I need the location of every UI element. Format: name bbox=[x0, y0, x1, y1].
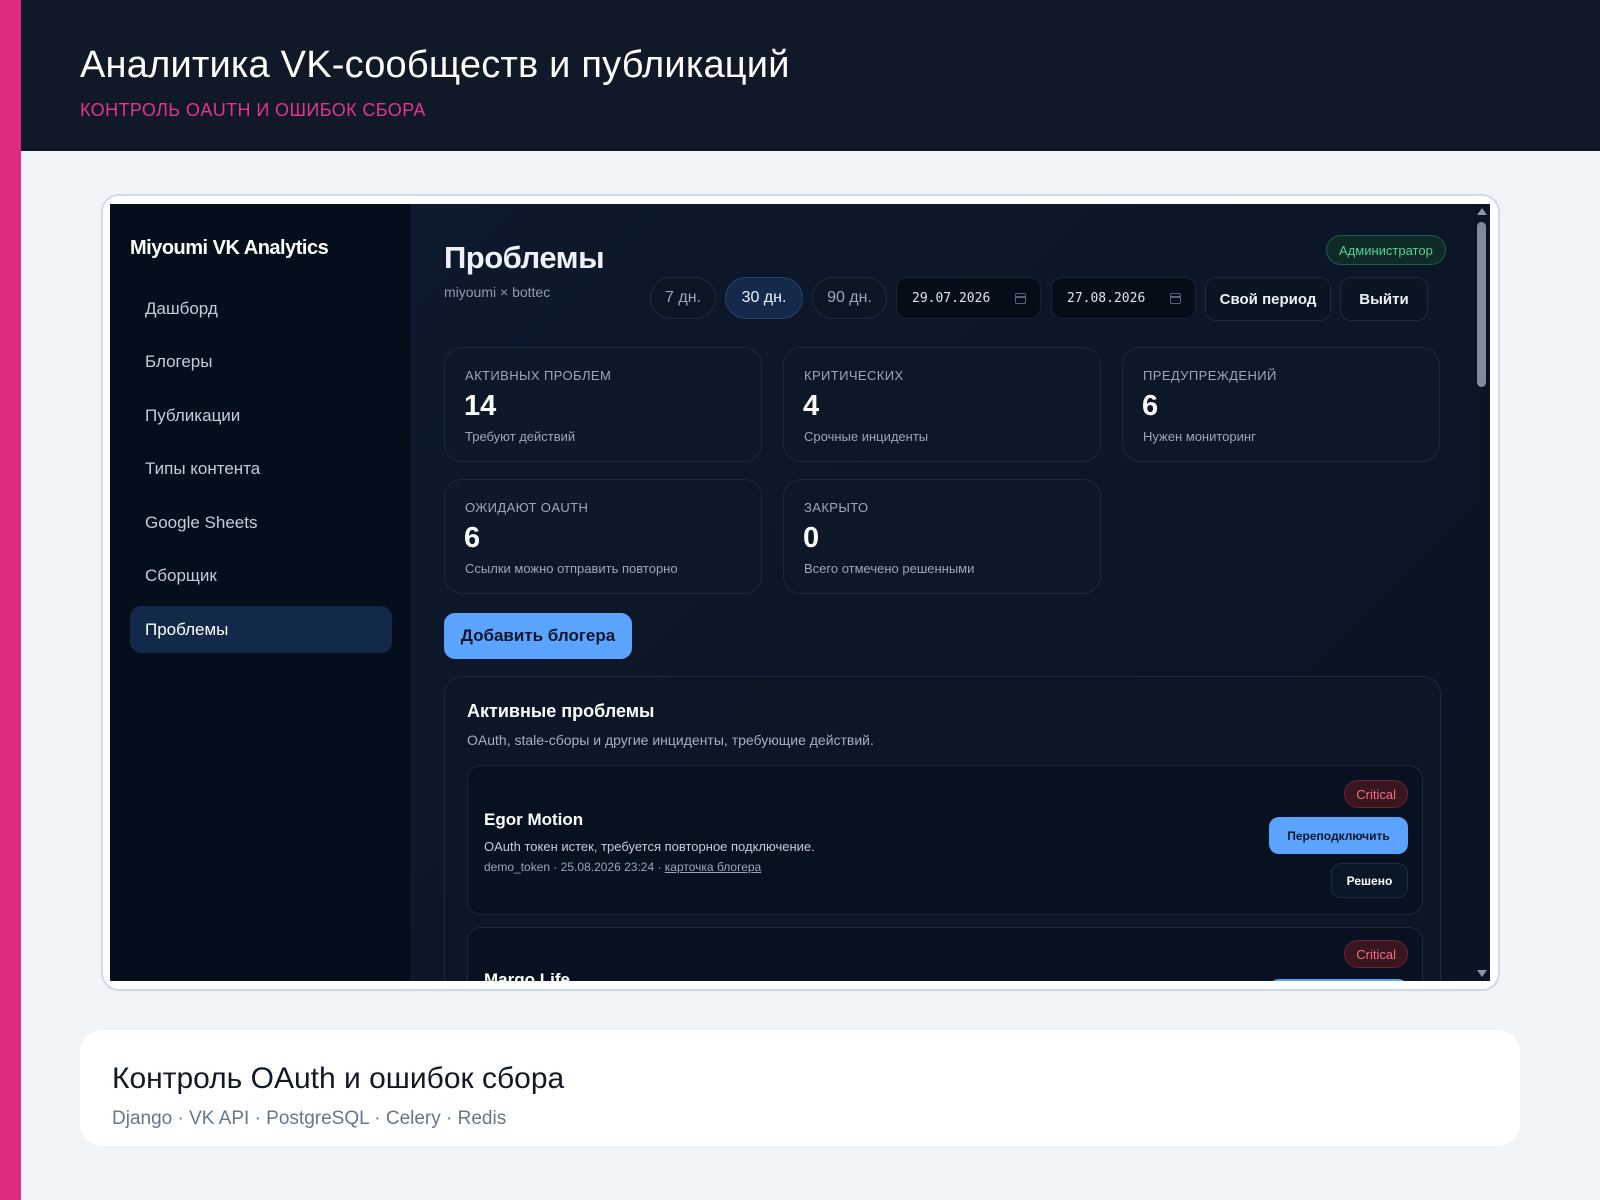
caption-title: Контроль OAuth и ошибок сбора bbox=[112, 1062, 565, 1095]
page-header-title: Аналитика VK-сообществ и публикаций bbox=[80, 44, 790, 86]
sidebar-item-dashboard[interactable]: Дашборд bbox=[130, 285, 392, 332]
custom-period-button[interactable]: Свой период bbox=[1205, 277, 1331, 321]
stat-label: КРИТИЧЕСКИХ bbox=[804, 368, 904, 383]
add-blogger-button[interactable]: Добавить блогера bbox=[444, 613, 632, 659]
sidebar-item-collector[interactable]: Сборщик bbox=[130, 553, 392, 600]
stat-value: 6 bbox=[1142, 390, 1159, 422]
caption-card: Контроль OAuth и ошибок сбора Django · V… bbox=[80, 1030, 1520, 1146]
sidebar-item-problems[interactable]: Проблемы bbox=[130, 606, 392, 653]
stat-value: 4 bbox=[803, 390, 820, 422]
calendar-icon[interactable] bbox=[1170, 293, 1181, 304]
scroll-up-arrow-icon[interactable] bbox=[1477, 208, 1487, 215]
severity-badge: Critical bbox=[1344, 780, 1408, 808]
resolved-button[interactable]: Решено bbox=[1331, 863, 1408, 898]
sidebar-item-google-sheets[interactable]: Google Sheets bbox=[130, 499, 392, 546]
severity-badge: Critical bbox=[1344, 940, 1408, 968]
logout-button[interactable]: Выйти bbox=[1340, 277, 1428, 321]
sidebar-nav: Дашборд Блогеры Публикации Типы контента… bbox=[130, 285, 392, 660]
date-to-value: 27.08.2026 bbox=[1067, 290, 1146, 306]
date-from-input[interactable]: 29.07.2026 bbox=[896, 277, 1041, 319]
issue-message: OAuth токен истек, требуется повторное п… bbox=[484, 839, 815, 854]
blogger-card-link[interactable]: карточка блогера bbox=[665, 860, 761, 874]
issue-meta: demo_token · 25.08.2026 23:24 · карточка… bbox=[484, 860, 761, 874]
top-header: Аналитика VK-сообществ и публикаций КОНТ… bbox=[21, 0, 1600, 151]
stat-card-closed: ЗАКРЫТО 0 Всего отмечено решенными bbox=[783, 479, 1101, 594]
issue-name: Margo Life bbox=[484, 970, 570, 981]
stat-card-warnings: ПРЕДУПРЕЖДЕНИЙ 6 Нужен мониторинг bbox=[1122, 347, 1440, 462]
main-content: Проблемы miyoumi × bottec Администратор … bbox=[413, 204, 1473, 981]
period-30d-button[interactable]: 30 дн. bbox=[725, 277, 803, 319]
stat-label: ПРЕДУПРЕЖДЕНИЙ bbox=[1143, 368, 1277, 383]
stat-hint: Срочные инциденты bbox=[804, 429, 929, 444]
stat-card-critical: КРИТИЧЕСКИХ 4 Срочные инциденты bbox=[783, 347, 1101, 462]
stat-value: 0 bbox=[803, 522, 820, 554]
page-header-subtitle: КОНТРОЛЬ OAUTH И ОШИБОК СБОРА bbox=[80, 100, 426, 120]
scroll-down-arrow-icon[interactable] bbox=[1477, 970, 1487, 977]
stat-label: АКТИВНЫХ ПРОБЛЕМ bbox=[465, 368, 612, 383]
stat-hint: Всего отмечено решенными bbox=[804, 561, 975, 576]
brand-logo: Miyoumi VK Analytics bbox=[130, 237, 329, 259]
scroll-thumb[interactable] bbox=[1477, 222, 1486, 387]
issue-meta-text: demo_token · 25.08.2026 23:24 · bbox=[484, 860, 665, 874]
scrollbar[interactable] bbox=[1473, 204, 1490, 981]
issue-card: Egor Motion Critical OAuth токен истек, … bbox=[467, 765, 1423, 915]
stat-card-oauth-pending: ОЖИДАЮТ OAUTH 6 Ссылки можно отправить п… bbox=[444, 479, 762, 594]
period-7d-button[interactable]: 7 дн. bbox=[650, 277, 716, 319]
role-badge: Администратор bbox=[1326, 235, 1446, 265]
stat-hint: Требуют действий bbox=[465, 429, 576, 444]
period-90d-button[interactable]: 90 дн. bbox=[812, 277, 887, 319]
stat-label: ЗАКРЫТО bbox=[804, 500, 869, 515]
page-title: Проблемы bbox=[444, 240, 605, 275]
panel-description: OAuth, stale-сборы и другие инциденты, т… bbox=[467, 732, 874, 748]
reconnect-button[interactable]: Переподключить bbox=[1269, 817, 1408, 854]
active-problems-panel: Активные проблемы OAuth, stale-сборы и д… bbox=[444, 676, 1441, 981]
stat-hint: Нужен мониторинг bbox=[1143, 429, 1256, 444]
issue-card: Margo Life Critical bbox=[467, 927, 1423, 981]
issue-name: Egor Motion bbox=[484, 810, 584, 829]
reconnect-button[interactable] bbox=[1269, 979, 1408, 981]
sidebar-item-content-types[interactable]: Типы контента bbox=[130, 446, 392, 493]
panel-title: Активные проблемы bbox=[467, 701, 655, 721]
sidebar: Miyoumi VK Analytics Дашборд Блогеры Пуб… bbox=[110, 204, 412, 981]
stat-label: ОЖИДАЮТ OAUTH bbox=[465, 500, 589, 515]
calendar-icon[interactable] bbox=[1015, 293, 1026, 304]
date-to-input[interactable]: 27.08.2026 bbox=[1051, 277, 1196, 319]
app-screen: Miyoumi VK Analytics Дашборд Блогеры Пуб… bbox=[110, 204, 1490, 981]
page-subtitle: miyoumi × bottec bbox=[444, 284, 551, 300]
caption-stack: Django · VK API · PostgreSQL · Celery · … bbox=[112, 1108, 507, 1129]
stat-hint: Ссылки можно отправить повторно bbox=[465, 561, 678, 576]
date-from-value: 29.07.2026 bbox=[912, 290, 991, 306]
sidebar-item-publications[interactable]: Публикации bbox=[130, 392, 392, 439]
stat-card-active: АКТИВНЫХ ПРОБЛЕМ 14 Требуют действий bbox=[444, 347, 762, 462]
accent-bar bbox=[0, 0, 21, 1200]
sidebar-item-bloggers[interactable]: Блогеры bbox=[130, 339, 392, 386]
stat-value: 14 bbox=[464, 390, 497, 422]
stat-value: 6 bbox=[464, 522, 481, 554]
